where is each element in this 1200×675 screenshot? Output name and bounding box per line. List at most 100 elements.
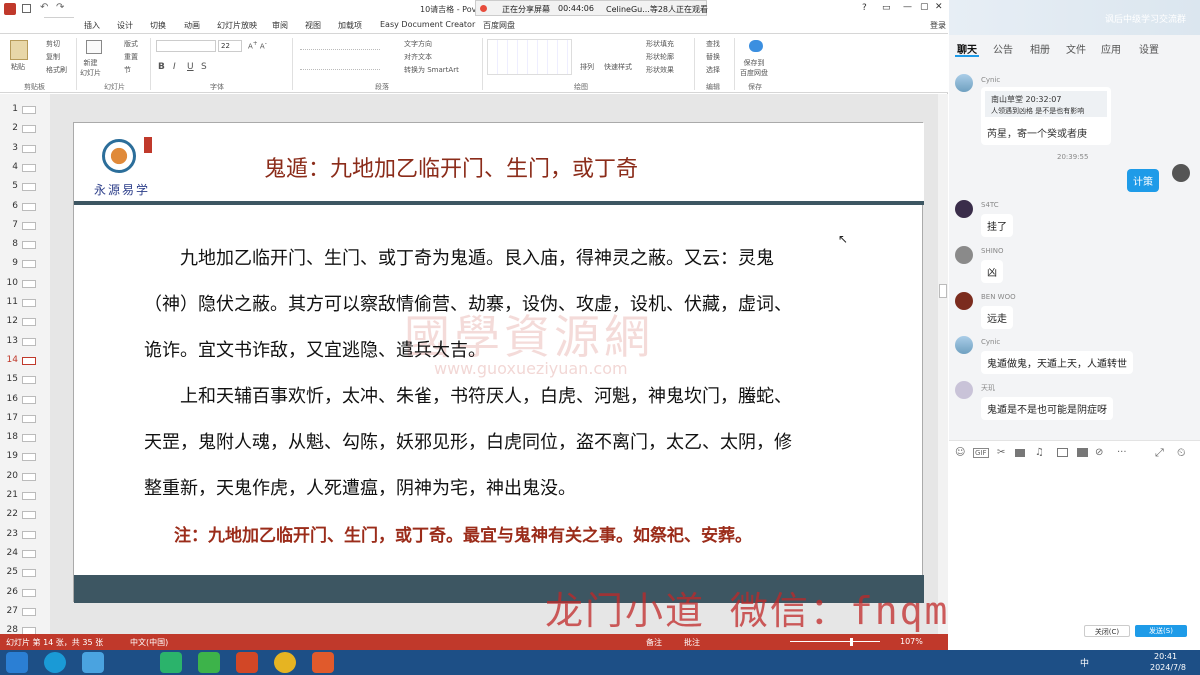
grow-font-icon[interactable]: A+ A-	[248, 41, 267, 50]
close-chat-button[interactable]: 关闭(C)	[1084, 625, 1130, 637]
align-text-button[interactable]: 对齐文本	[404, 52, 432, 62]
cut-button[interactable]: 剪切	[46, 39, 60, 49]
own-message-bubble[interactable]: 计策	[1127, 169, 1159, 192]
music-icon[interactable]: ♫	[1035, 447, 1044, 458]
comments-button[interactable]: 批注	[684, 637, 700, 648]
smartart-button[interactable]: 转换为 SmartArt	[404, 65, 459, 75]
image-icon[interactable]	[1057, 448, 1068, 457]
slide-thumbnail[interactable]: 7	[0, 216, 50, 235]
reset-button[interactable]: 重置	[124, 52, 138, 62]
tab-apps[interactable]: 应用	[1101, 41, 1121, 56]
tab-settings[interactable]: 设置	[1139, 41, 1159, 56]
message-bubble[interactable]: 凶	[981, 260, 1003, 283]
tab-baidu[interactable]: 百度网盘	[483, 20, 515, 31]
message-bubble[interactable]: 南山草堂 20:32:07 人领遇到凶格 是不是也有影响 芮星，寄一个癸或者庚	[981, 87, 1111, 145]
slide-thumbnail[interactable]: 22	[0, 505, 50, 524]
slide-thumbnail[interactable]: 8	[0, 235, 50, 254]
format-painter-button[interactable]: 格式刷	[46, 65, 67, 75]
share-watchers[interactable]: CelineGu...等28人正在观看	[606, 4, 708, 15]
slide-thumbnail[interactable]: 16	[0, 390, 50, 409]
align-icon[interactable]	[300, 60, 380, 70]
avatar[interactable]	[955, 200, 973, 218]
slide-thumbnail[interactable]: 11	[0, 293, 50, 312]
tab-animations[interactable]: 动画	[184, 20, 200, 31]
replace-button[interactable]: 替换	[706, 52, 720, 62]
green-app-icon[interactable]	[198, 652, 220, 673]
tab-chat[interactable]: 聊天	[957, 41, 977, 56]
quick-styles-button[interactable]: 快速样式	[604, 62, 632, 72]
message-bubble[interactable]: 远走	[981, 306, 1013, 329]
tab-easy-doc[interactable]: Easy Document Creator	[380, 20, 475, 29]
close-button[interactable]: ✕	[935, 2, 943, 12]
folder-icon[interactable]	[1015, 449, 1025, 457]
meeting-app-icon[interactable]	[82, 652, 104, 673]
arrange-button[interactable]: 排列	[580, 62, 594, 72]
zoom-thumb[interactable]	[850, 638, 853, 646]
slide-title[interactable]: 鬼遁：九地加乙临开门、生门，或丁奇	[264, 151, 638, 183]
paste-icon[interactable]	[10, 40, 28, 60]
tab-transitions[interactable]: 切换	[150, 20, 166, 31]
message-bubble[interactable]: 鬼遁做鬼，天遁上天，人遁转世	[981, 351, 1133, 374]
slide-thumbnail[interactable]: 5	[0, 177, 50, 196]
avatar[interactable]	[955, 74, 973, 92]
find-button[interactable]: 查找	[706, 39, 720, 49]
save-baidu-button[interactable]: 保存到 百度网盘	[740, 58, 768, 78]
slide-thumbnail[interactable]: 26	[0, 583, 50, 602]
slide-note[interactable]: 注：九地加乙临开门、生门，或丁奇。最宜与鬼神有关之事。如祭祀、安葬。	[174, 521, 752, 546]
slide-thumbnail[interactable]: 15	[0, 370, 50, 389]
new-slide-button[interactable]: 新建 幻灯片	[80, 58, 101, 78]
slide-thumbnail[interactable]: 12	[0, 312, 50, 331]
clock-date[interactable]: 2024/7/8	[1150, 663, 1186, 672]
text-direction-button[interactable]: 文字方向	[404, 39, 432, 49]
start-button[interactable]	[6, 652, 28, 673]
help-icon[interactable]: ?	[862, 3, 867, 13]
bullets-icon[interactable]	[300, 40, 380, 50]
slide-thumbnail[interactable]: 24	[0, 544, 50, 563]
clock-time[interactable]: 20:41	[1154, 652, 1177, 661]
slide-thumbnail[interactable]: 20	[0, 467, 50, 486]
send-button[interactable]: 发送(S)	[1135, 625, 1187, 637]
slide-thumbnail[interactable]: 4	[0, 158, 50, 177]
language-indicator[interactable]: 中文(中国)	[130, 637, 168, 648]
edge-icon[interactable]	[44, 652, 66, 673]
zoom-slider[interactable]	[790, 641, 880, 642]
ime-indicator[interactable]: 中	[1080, 656, 1089, 669]
notes-button[interactable]: 备注	[646, 637, 662, 648]
section-button[interactable]: 节	[124, 65, 131, 75]
shape-effect-button[interactable]: 形状效果	[646, 65, 674, 75]
gif-icon[interactable]: GIF	[973, 448, 989, 458]
slide-thumbnail[interactable]: 21	[0, 486, 50, 505]
scissors-icon[interactable]: ✂	[997, 447, 1005, 458]
tab-design[interactable]: 设计	[117, 20, 133, 31]
font-size-select[interactable]: 22	[218, 40, 242, 52]
mute-icon[interactable]: ⊘	[1095, 447, 1103, 458]
select-button[interactable]: 选择	[706, 65, 720, 75]
slide-thumbnail[interactable]: 17	[0, 409, 50, 428]
tab-files[interactable]: 文件	[1066, 41, 1086, 56]
slide-thumbnail[interactable]: 27	[0, 602, 50, 621]
slide-thumbnail[interactable]: 18	[0, 428, 50, 447]
save-icon[interactable]	[22, 4, 31, 13]
message-bubble[interactable]: 挂了	[981, 214, 1013, 237]
tab-album[interactable]: 相册	[1030, 41, 1050, 56]
video-icon[interactable]	[1077, 448, 1088, 457]
c-app-icon[interactable]	[312, 652, 334, 673]
slide-thumbnail[interactable]: 9	[0, 254, 50, 273]
slide-thumbnail[interactable]: 25	[0, 563, 50, 582]
own-avatar[interactable]	[1172, 164, 1190, 182]
tab-view[interactable]: 视图	[305, 20, 321, 31]
font-name-select[interactable]	[156, 40, 216, 52]
slide-thumbnail[interactable]: 6	[0, 197, 50, 216]
ribbon-display-icon[interactable]: ▭	[882, 3, 891, 13]
emoji-icon[interactable]: ☺	[955, 447, 965, 458]
slide-thumbnail[interactable]: 13	[0, 332, 50, 351]
scroll-thumb[interactable]	[939, 284, 947, 298]
slide-thumbnail[interactable]: 1	[0, 100, 50, 119]
redo-icon[interactable]: ↷	[56, 2, 64, 13]
baidu-cloud-icon[interactable]	[749, 40, 763, 52]
tab-insert[interactable]: 插入	[84, 20, 100, 31]
message-bubble[interactable]: 鬼遁是不是也可能是阴症呀	[981, 397, 1113, 420]
chrome-icon[interactable]	[274, 652, 296, 673]
slide-thumbnail[interactable]: 19	[0, 447, 50, 466]
italic-button[interactable]: I	[173, 62, 176, 72]
